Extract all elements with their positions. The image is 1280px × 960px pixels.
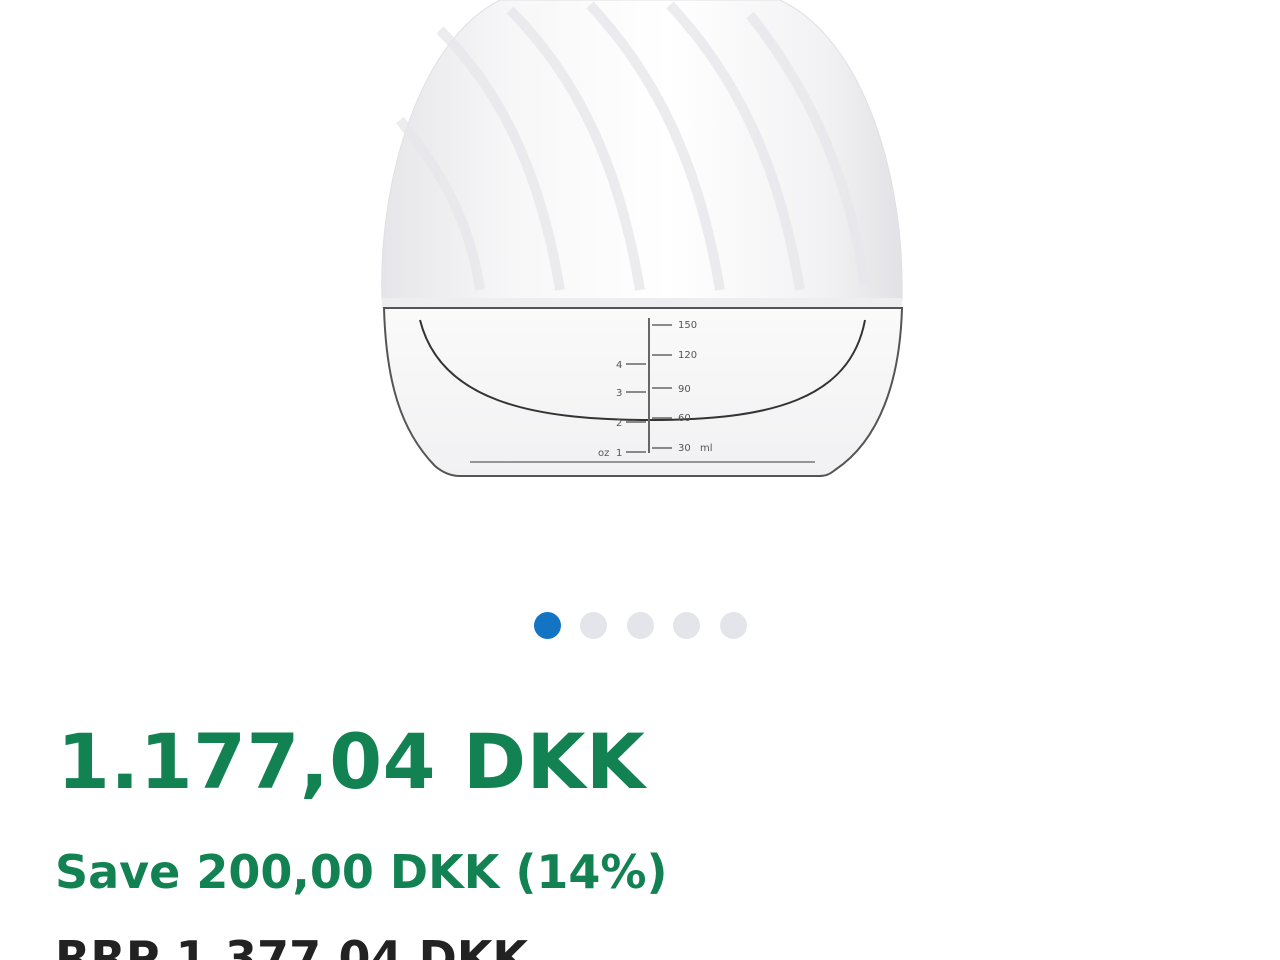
carousel-dot-5[interactable] — [719, 612, 747, 639]
svg-text:4: 4 — [616, 360, 622, 371]
carousel-dot-3[interactable] — [626, 612, 654, 639]
image-carousel-dots — [0, 612, 1280, 639]
svg-text:90: 90 — [678, 384, 691, 395]
savings-label: Save 200,00 DKK (14%) — [55, 845, 668, 899]
svg-text:2: 2 — [616, 418, 622, 429]
product-price: 1.177,04 DKK — [57, 717, 646, 806]
product-image[interactable]: 150 120 90 60 30 ml 4 3 2 1 oz — [360, 0, 920, 520]
svg-text:150: 150 — [678, 320, 697, 331]
svg-text:3: 3 — [616, 388, 622, 399]
svg-text:30: 30 — [678, 443, 691, 454]
svg-text:120: 120 — [678, 350, 697, 361]
svg-text:oz: oz — [598, 448, 609, 459]
svg-text:ml: ml — [700, 443, 713, 454]
rrp-price: RRP 1.377,04 DKK — [55, 931, 529, 960]
product-page: 150 120 90 60 30 ml 4 3 2 1 oz 1.177,04 … — [0, 0, 1280, 960]
svg-text:1: 1 — [616, 448, 622, 459]
carousel-dot-2[interactable] — [580, 612, 607, 639]
carousel-dot-4[interactable] — [673, 612, 700, 639]
carousel-dot-1[interactable] — [533, 612, 561, 639]
svg-text:60: 60 — [678, 413, 691, 424]
breast-pump-illustration: 150 120 90 60 30 ml 4 3 2 1 oz — [381, 0, 904, 477]
